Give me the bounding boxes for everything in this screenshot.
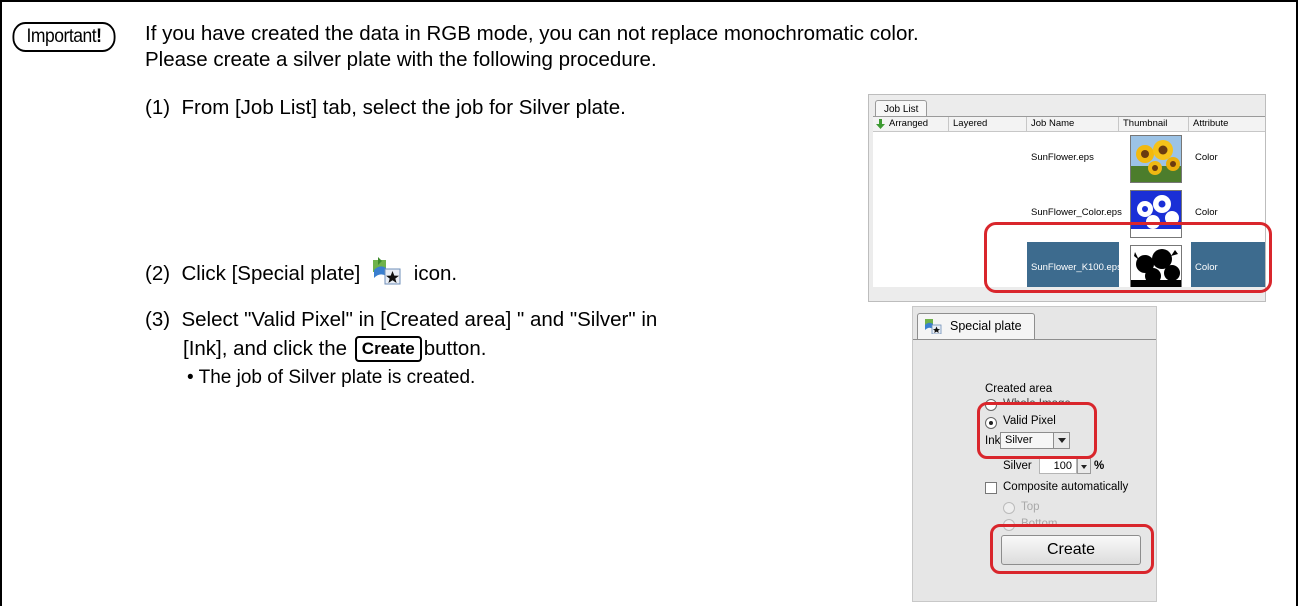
composite-label: Composite automatically: [1003, 481, 1129, 493]
step-2-text: Click [Special plate]: [181, 262, 361, 285]
step-1-text: From [Job List] tab, select the job for …: [181, 96, 626, 119]
top-label: Top: [1021, 501, 1040, 513]
intro-line-2: Please create a silver plate with the fo…: [145, 48, 657, 71]
column-thumbnail[interactable]: Thumbnail: [1119, 117, 1189, 131]
special-plate-icon: [924, 318, 942, 335]
tab-special-plate[interactable]: Special plate: [917, 313, 1035, 339]
step-2: (2) Click [Special plate] icon.: [145, 256, 457, 288]
column-attribute[interactable]: Attribute: [1189, 117, 1265, 131]
column-layered[interactable]: Layered: [949, 117, 1027, 131]
intro-line-1: If you have created the data in RGB mode…: [145, 22, 919, 45]
create-button-highlight: [990, 524, 1154, 574]
step-3-text: Select "Valid Pixel" in [Created area] "…: [181, 308, 658, 331]
table-row[interactable]: SunFlower.eps Color: [873, 132, 1265, 184]
silver-label: Silver: [1003, 460, 1032, 472]
step-1: (1) From [Job List] tab, select the job …: [145, 94, 626, 122]
sunflower-thumbnail: [1130, 135, 1182, 183]
step-3-number: (3): [145, 308, 171, 331]
step-3-line-1: (3) Select "Valid Pixel" in [Created are…: [145, 306, 657, 334]
job-attribute: Color: [1195, 152, 1218, 163]
step-3-text-3: button.: [423, 337, 487, 360]
step-3-line-2: [Ink], and click the Create button.: [183, 335, 486, 363]
composite-checkbox[interactable]: [985, 482, 997, 494]
step-2-number: (2): [145, 262, 171, 285]
step-3-text-2: [Ink], and click the: [183, 337, 348, 360]
column-arranged[interactable]: Arranged: [873, 117, 949, 131]
job-name: SunFlower.eps: [1031, 152, 1094, 163]
selected-job-highlight: [984, 222, 1272, 293]
job-table-header: Arranged Layered Job Name Thumbnail Attr…: [873, 117, 1265, 132]
special-plate-icon[interactable]: [372, 256, 402, 286]
created-area-label: Created area: [985, 383, 1053, 395]
valid-pixel-highlight: [977, 402, 1097, 459]
silver-spinner[interactable]: [1077, 458, 1091, 474]
step-1-number: (1): [145, 96, 171, 119]
important-badge: Important!: [12, 22, 116, 52]
create-key-label: Create: [354, 336, 422, 362]
step-3-bullet: • The job of Silver plate is created.: [187, 367, 476, 388]
percent-sign: %: [1094, 460, 1105, 472]
step-2-text-after: icon.: [413, 262, 458, 285]
top-radio[interactable]: [1003, 502, 1015, 514]
silver-percent-field[interactable]: 100: [1039, 458, 1077, 474]
column-job-name[interactable]: Job Name: [1027, 117, 1119, 131]
